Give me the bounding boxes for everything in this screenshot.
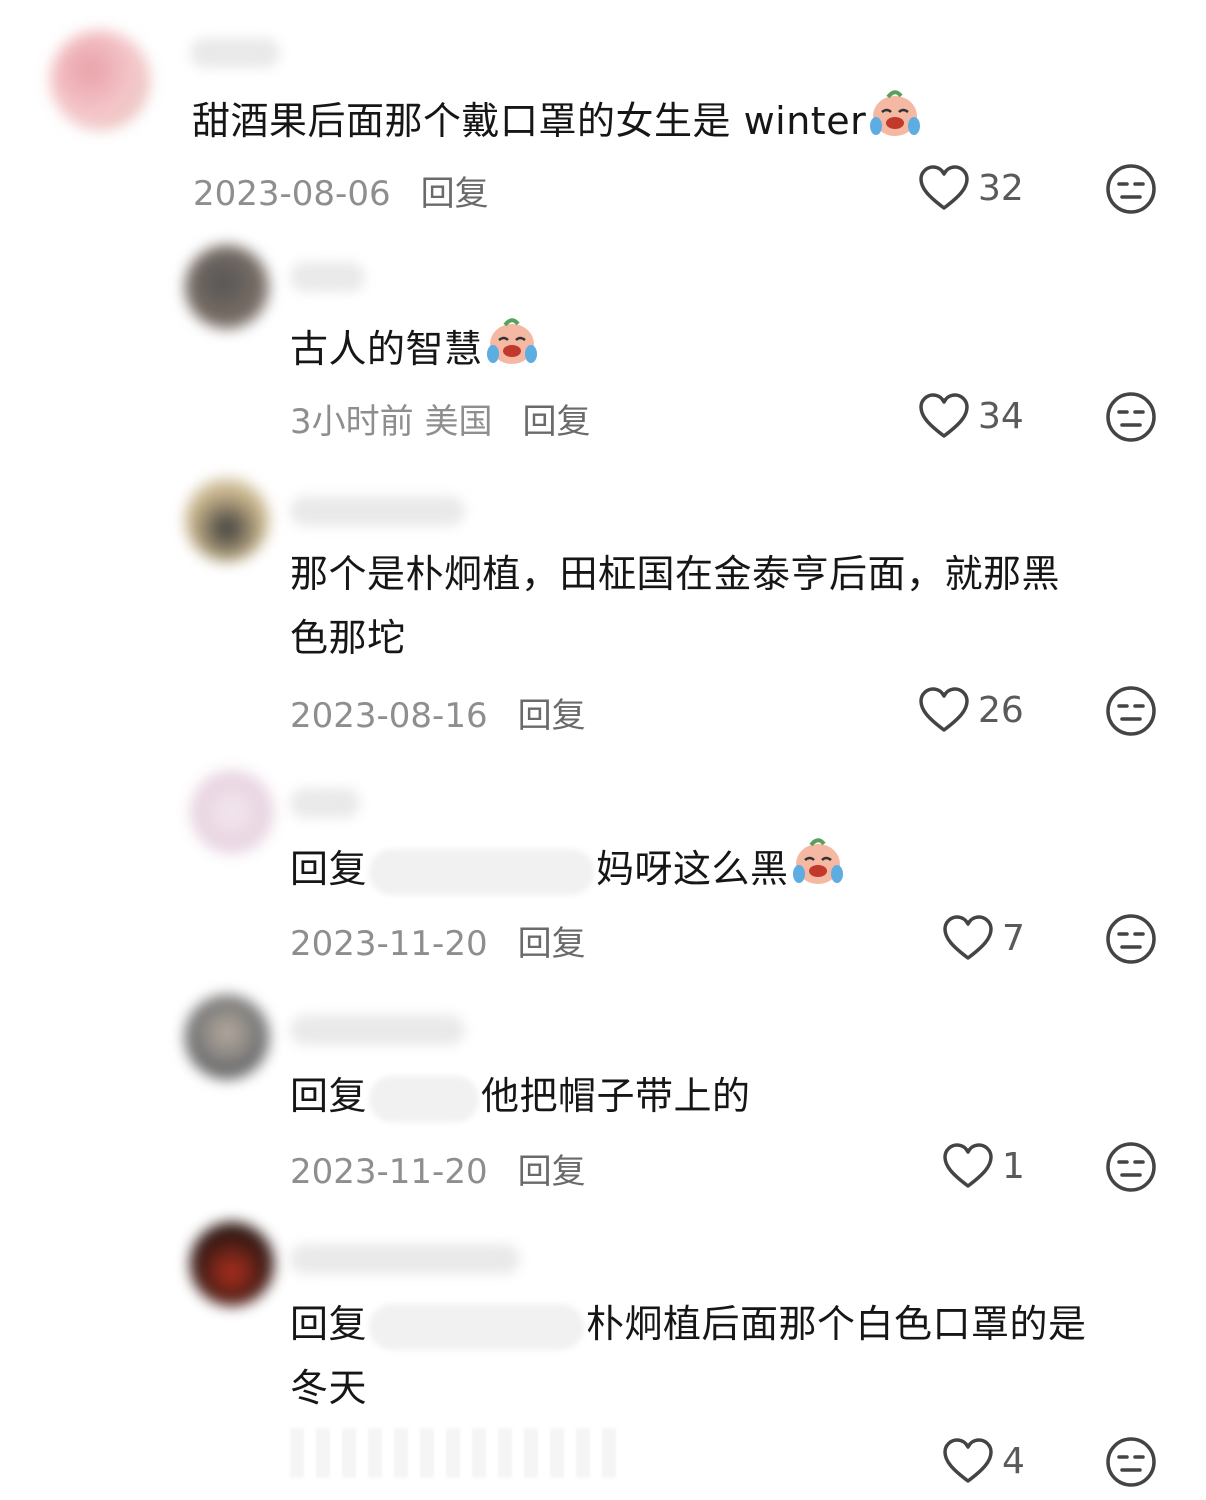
comment-text: 回复 他把帽子带上的 bbox=[290, 1064, 751, 1128]
avatar[interactable] bbox=[190, 1222, 274, 1306]
heart-icon bbox=[919, 165, 969, 210]
username[interactable] bbox=[290, 262, 365, 292]
heart-icon bbox=[919, 687, 969, 732]
comment-date: 3小时前 美国 bbox=[290, 402, 493, 442]
comment-meta: 2023-11-20 回复 bbox=[290, 1144, 586, 1193]
like-count: 32 bbox=[978, 167, 1024, 209]
redacted-username bbox=[369, 1075, 480, 1122]
reply-prefix: 回复 bbox=[290, 1074, 368, 1118]
reply-button[interactable]: 回复 bbox=[518, 924, 586, 964]
username[interactable] bbox=[290, 788, 360, 818]
avatar[interactable] bbox=[190, 770, 274, 854]
comment-meta: 3小时前 美国 回复 bbox=[290, 394, 590, 443]
comment-body: 甜酒果后面那个戴口罩的女生是 winter bbox=[192, 99, 867, 143]
comment-body-line-1: 那个是朴炯植，田柾国在金泰亨后面，就那黑 bbox=[290, 552, 1061, 596]
username[interactable] bbox=[290, 496, 465, 526]
reply-button[interactable]: 回复 bbox=[522, 402, 590, 442]
like-count: 7 bbox=[1002, 917, 1025, 959]
comment-body: 古人的智慧 bbox=[290, 327, 483, 371]
heart-icon bbox=[943, 1438, 993, 1483]
like-count: 34 bbox=[978, 395, 1024, 437]
like-button[interactable]: 26 bbox=[918, 686, 1024, 734]
heart-icon bbox=[943, 1143, 993, 1188]
heart-icon bbox=[919, 393, 969, 438]
comment-text: 古人的智慧 bbox=[290, 314, 539, 381]
reply-button[interactable]: 回复 bbox=[421, 174, 489, 214]
redacted-username bbox=[369, 1303, 585, 1350]
avatar[interactable] bbox=[185, 478, 269, 562]
meh-face-icon[interactable] bbox=[1105, 1436, 1157, 1488]
blurred-meta bbox=[290, 1428, 620, 1478]
comment-meta: 2023-11-20 回复 bbox=[290, 916, 586, 965]
username[interactable] bbox=[290, 1244, 520, 1274]
comment-body: 他把帽子带上的 bbox=[481, 1074, 751, 1118]
meh-face-icon[interactable] bbox=[1105, 163, 1157, 215]
meh-face-icon[interactable] bbox=[1105, 1141, 1157, 1193]
avatar[interactable] bbox=[50, 30, 150, 130]
like-button[interactable]: 4 bbox=[942, 1437, 1025, 1485]
like-button[interactable]: 7 bbox=[942, 914, 1025, 962]
comment-text: 回复 朴炯植后面那个白色口罩的是 冬天 bbox=[290, 1292, 1087, 1420]
meh-face-icon[interactable] bbox=[1105, 913, 1157, 965]
comment-body-line-1: 朴炯植后面那个白色口罩的是 bbox=[586, 1302, 1087, 1346]
comment-date: 2023-11-20 bbox=[290, 1152, 488, 1192]
crying-laugh-emoji bbox=[870, 90, 921, 136]
reply-prefix: 回复 bbox=[290, 1302, 368, 1346]
reply-prefix: 回复 bbox=[290, 847, 368, 891]
comment-body-line-2: 冬天 bbox=[290, 1366, 368, 1410]
reply-button[interactable]: 回复 bbox=[518, 696, 586, 736]
comment-meta: 2023-08-06 回复 bbox=[193, 166, 489, 215]
comment-date: 2023-08-06 bbox=[193, 174, 391, 214]
crying-laugh-emoji bbox=[792, 838, 843, 884]
like-count: 1 bbox=[1002, 1145, 1025, 1187]
like-button[interactable]: 1 bbox=[942, 1142, 1025, 1190]
heart-icon bbox=[943, 915, 993, 960]
avatar[interactable] bbox=[185, 995, 269, 1079]
comment-text: 那个是朴炯植，田柾国在金泰亨后面，就那黑 色那坨 bbox=[290, 542, 1060, 670]
comment-text: 回复 妈呀这么黑 bbox=[290, 834, 845, 901]
like-count: 26 bbox=[978, 689, 1024, 731]
reply-button[interactable]: 回复 bbox=[518, 1152, 586, 1192]
like-count: 4 bbox=[1002, 1440, 1025, 1482]
crying-laugh-emoji bbox=[486, 318, 537, 364]
comment-body-line-2: 色那坨 bbox=[290, 616, 406, 660]
username[interactable] bbox=[190, 38, 280, 68]
comment-date: 2023-08-16 bbox=[290, 696, 488, 736]
avatar[interactable] bbox=[185, 245, 269, 329]
comment-body: 妈呀这么黑 bbox=[596, 847, 789, 891]
redacted-username bbox=[369, 848, 595, 895]
username[interactable] bbox=[290, 1015, 465, 1045]
meh-face-icon[interactable] bbox=[1105, 685, 1157, 737]
like-button[interactable]: 34 bbox=[918, 392, 1024, 440]
comment-meta: 2023-08-16 回复 bbox=[290, 688, 586, 737]
meh-face-icon[interactable] bbox=[1105, 391, 1157, 443]
comment-text: 甜酒果后面那个戴口罩的女生是 winter bbox=[192, 86, 922, 153]
comment-date: 2023-11-20 bbox=[290, 924, 488, 964]
like-button[interactable]: 32 bbox=[918, 164, 1024, 212]
